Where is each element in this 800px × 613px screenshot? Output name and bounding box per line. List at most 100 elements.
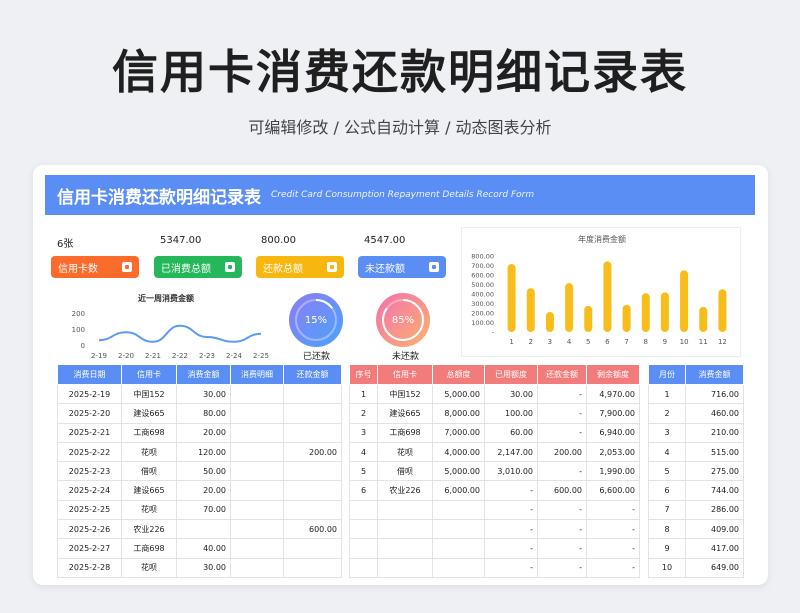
table-cell[interactable]: 2025-2-24 bbox=[57, 480, 122, 501]
table-cell[interactable] bbox=[230, 480, 284, 501]
table-cell[interactable]: 80.00 bbox=[176, 403, 231, 424]
table-cell[interactable]: 515.00 bbox=[685, 441, 744, 463]
table-cell[interactable]: 1 bbox=[349, 383, 378, 405]
table-cell[interactable]: - bbox=[586, 557, 640, 578]
table-cell[interactable]: - bbox=[537, 538, 587, 559]
table-cell[interactable]: - bbox=[537, 557, 587, 578]
table-cell[interactable]: 2 bbox=[648, 403, 686, 424]
table-cell[interactable] bbox=[230, 403, 284, 424]
table-cell[interactable]: 649.00 bbox=[685, 557, 744, 578]
table-cell[interactable] bbox=[283, 461, 342, 482]
kpi-repaid-button[interactable]: 还款总额 bbox=[256, 256, 344, 278]
table-cell[interactable]: 5 bbox=[648, 461, 686, 482]
table-cell[interactable]: 3,010.00 bbox=[484, 461, 538, 482]
table-cell[interactable] bbox=[349, 557, 378, 578]
table-cell[interactable]: 借呗 bbox=[121, 461, 177, 482]
table-cell[interactable] bbox=[283, 499, 342, 521]
table-cell[interactable]: 4 bbox=[648, 441, 686, 463]
kpi-consumed-button[interactable]: 已消费总额 bbox=[154, 256, 242, 278]
table-cell[interactable]: 30.00 bbox=[176, 383, 231, 405]
col-header-used-limit[interactable]: 已用额度 bbox=[484, 364, 538, 385]
table-cell[interactable]: 600.00 bbox=[283, 519, 342, 540]
table-cell[interactable] bbox=[176, 519, 231, 540]
table-cell[interactable]: 30.00 bbox=[176, 557, 231, 578]
table-cell[interactable] bbox=[230, 499, 284, 521]
table-cell[interactable]: 40.00 bbox=[176, 538, 231, 559]
col-header-index[interactable]: 序号 bbox=[349, 364, 378, 385]
table-cell[interactable]: 2,147.00 bbox=[484, 441, 538, 463]
col-header-amount[interactable]: 消费金额 bbox=[685, 364, 744, 385]
table-cell[interactable]: 2025-2-19 bbox=[57, 383, 122, 405]
table-cell[interactable]: 6,600.00 bbox=[586, 480, 640, 501]
table-cell[interactable] bbox=[377, 557, 433, 578]
table-cell[interactable]: 2025-2-28 bbox=[57, 557, 122, 578]
table-cell[interactable]: 工商698 bbox=[121, 538, 177, 559]
table-cell[interactable]: 600.00 bbox=[537, 480, 587, 501]
table-cell[interactable]: - bbox=[586, 538, 640, 559]
table-cell[interactable]: 4,000.00 bbox=[432, 441, 485, 463]
table-cell[interactable]: 3 bbox=[648, 422, 686, 443]
table-cell[interactable]: 2 bbox=[349, 403, 378, 424]
col-header-card[interactable]: 信用卡 bbox=[377, 364, 433, 385]
table-cell[interactable]: 100.00 bbox=[484, 403, 538, 424]
table-cell[interactable]: 中国152 bbox=[121, 383, 177, 405]
table-cell[interactable]: 5 bbox=[349, 461, 378, 482]
table-cell[interactable] bbox=[432, 538, 485, 559]
table-cell[interactable]: 6,000.00 bbox=[432, 480, 485, 501]
table-cell[interactable]: 2025-2-25 bbox=[57, 499, 122, 521]
table-cell[interactable]: 30.00 bbox=[484, 383, 538, 405]
table-cell[interactable]: 460.00 bbox=[685, 403, 744, 424]
table-cell[interactable]: 2025-2-21 bbox=[57, 422, 122, 443]
col-header-amount[interactable]: 消费金额 bbox=[176, 364, 231, 385]
table-cell[interactable]: - bbox=[586, 519, 640, 540]
table-cell[interactable] bbox=[283, 538, 342, 559]
table-cell[interactable] bbox=[283, 422, 342, 443]
table-cell[interactable]: 8,000.00 bbox=[432, 403, 485, 424]
table-cell[interactable] bbox=[230, 441, 284, 463]
kpi-card-count-button[interactable]: 信用卡数 bbox=[51, 256, 139, 278]
table-cell[interactable]: - bbox=[537, 403, 587, 424]
table-cell[interactable] bbox=[377, 519, 433, 540]
table-cell[interactable]: 5,000.00 bbox=[432, 461, 485, 482]
table-cell[interactable] bbox=[377, 538, 433, 559]
table-cell[interactable]: 417.00 bbox=[685, 538, 744, 559]
table-cell[interactable]: 花呗 bbox=[121, 557, 177, 578]
table-cell[interactable]: 50.00 bbox=[176, 461, 231, 482]
table-cell[interactable]: 6,940.00 bbox=[586, 422, 640, 443]
table-cell[interactable]: 9 bbox=[648, 538, 686, 559]
table-cell[interactable]: 60.00 bbox=[484, 422, 538, 443]
table-cell[interactable]: 中国152 bbox=[377, 383, 433, 405]
table-cell[interactable]: - bbox=[484, 499, 538, 521]
table-cell[interactable]: 花呗 bbox=[121, 499, 177, 521]
table-cell[interactable]: - bbox=[537, 519, 587, 540]
table-cell[interactable]: 10 bbox=[648, 557, 686, 578]
table-cell[interactable]: - bbox=[537, 383, 587, 405]
table-cell[interactable]: 建设665 bbox=[377, 403, 433, 424]
table-cell[interactable]: 2025-2-26 bbox=[57, 519, 122, 540]
col-header-total-limit[interactable]: 总额度 bbox=[432, 364, 485, 385]
table-cell[interactable] bbox=[349, 519, 378, 540]
table-cell[interactable] bbox=[230, 538, 284, 559]
table-cell[interactable]: 200.00 bbox=[283, 441, 342, 463]
table-cell[interactable] bbox=[230, 519, 284, 540]
table-cell[interactable]: 5,000.00 bbox=[432, 383, 485, 405]
table-cell[interactable] bbox=[230, 383, 284, 405]
table-cell[interactable]: 70.00 bbox=[176, 499, 231, 521]
table-cell[interactable]: 农业226 bbox=[121, 519, 177, 540]
table-cell[interactable] bbox=[349, 538, 378, 559]
table-cell[interactable]: 2025-2-23 bbox=[57, 461, 122, 482]
table-cell[interactable] bbox=[283, 480, 342, 501]
table-cell[interactable]: 210.00 bbox=[685, 422, 744, 443]
table-cell[interactable] bbox=[377, 499, 433, 521]
table-cell[interactable]: 200.00 bbox=[537, 441, 587, 463]
table-cell[interactable]: - bbox=[484, 480, 538, 501]
table-cell[interactable]: 建设665 bbox=[121, 403, 177, 424]
table-cell[interactable]: 花呗 bbox=[121, 441, 177, 463]
col-header-card[interactable]: 信用卡 bbox=[121, 364, 177, 385]
table-cell[interactable]: 建设665 bbox=[121, 480, 177, 501]
table-cell[interactable] bbox=[230, 461, 284, 482]
table-cell[interactable]: 2025-2-20 bbox=[57, 403, 122, 424]
col-header-date[interactable]: 消费日期 bbox=[57, 364, 122, 385]
table-cell[interactable] bbox=[283, 557, 342, 578]
table-cell[interactable]: - bbox=[484, 557, 538, 578]
